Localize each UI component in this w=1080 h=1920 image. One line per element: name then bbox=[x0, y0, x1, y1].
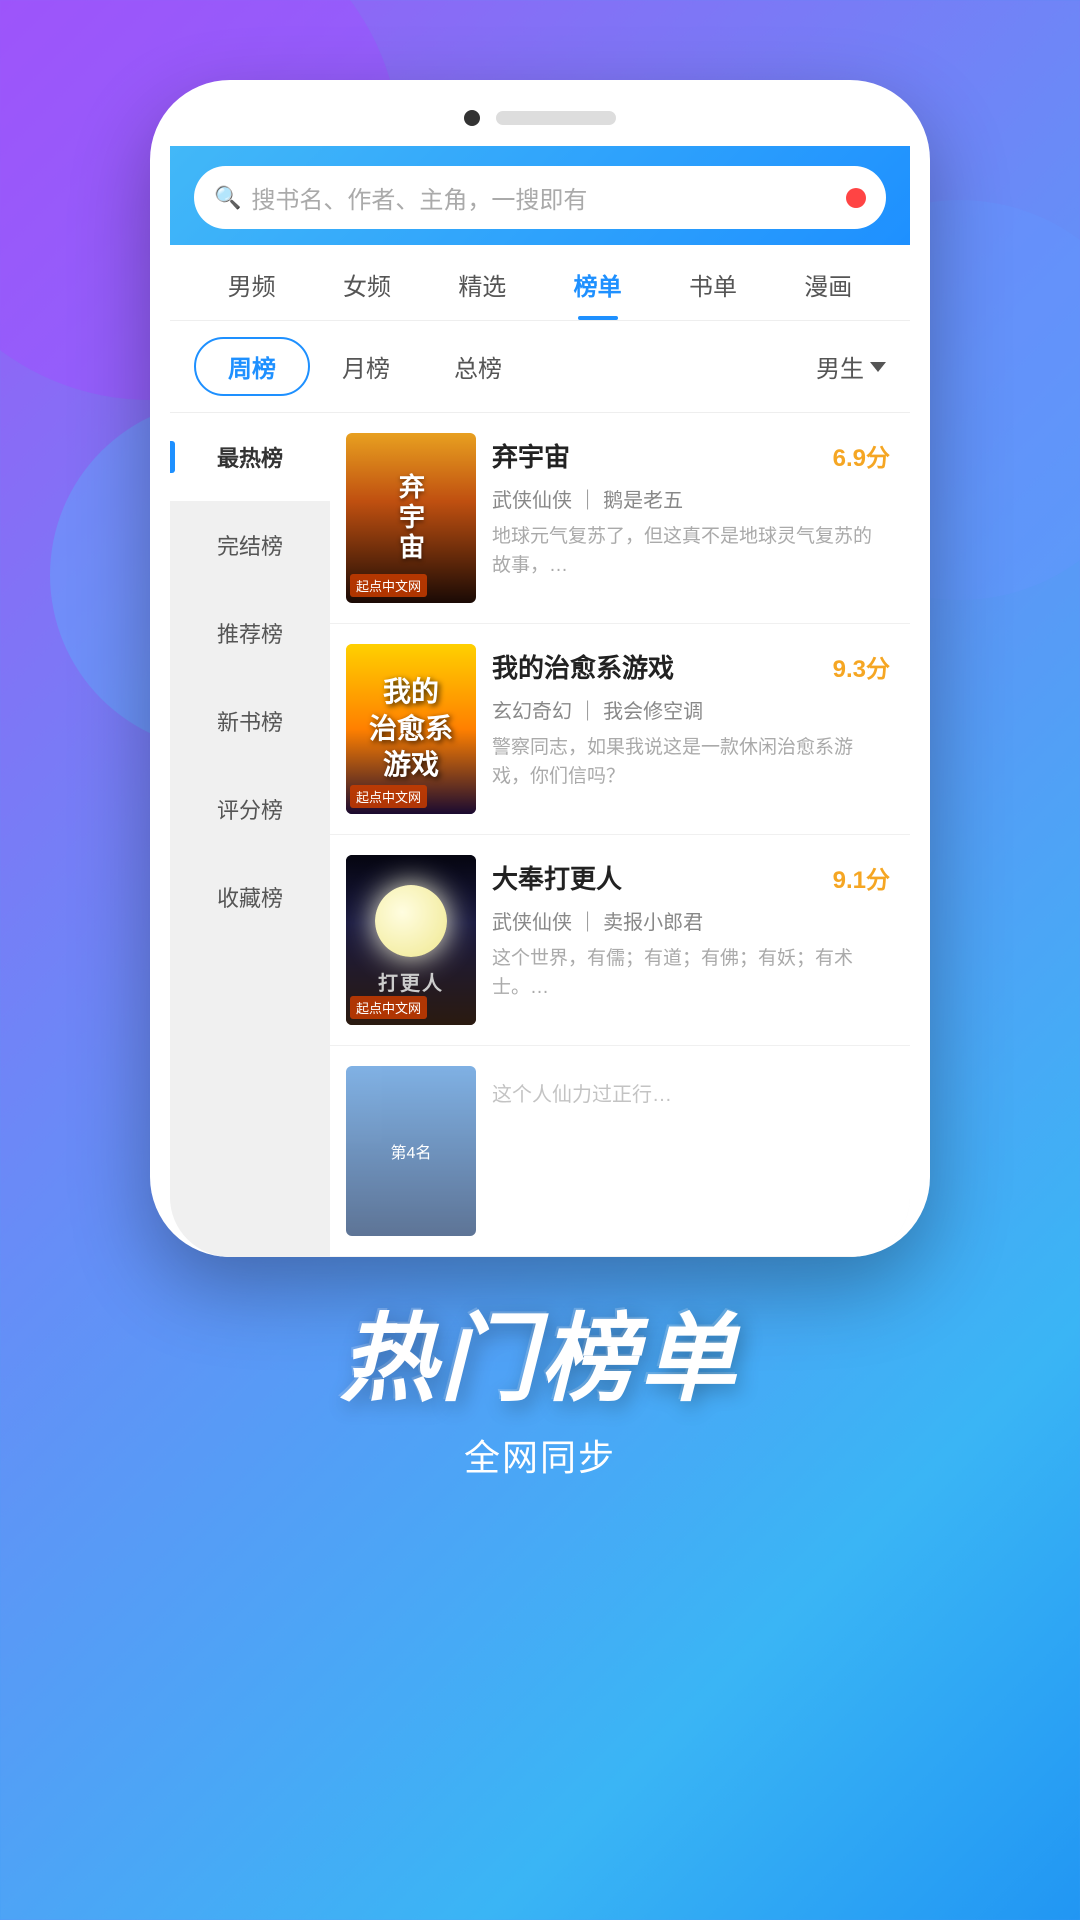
book-meta-3: 武侠仙侠 ｜ 卖报小郎君 bbox=[492, 906, 890, 935]
cover3-text: 打更人 bbox=[378, 967, 444, 996]
search-input-wrap[interactable]: 🔍 搜书名、作者、主角，一搜即有 bbox=[194, 166, 886, 229]
content-area: 最热榜 完结榜 推荐榜 新书榜 评分榜 收藏榜 弃宇宙 起点中文网 弃 bbox=[170, 413, 910, 1257]
tab-booklist[interactable]: 书单 bbox=[655, 245, 770, 320]
book-title-1: 弃宇宙 bbox=[492, 437, 570, 474]
book-info-3: 大奉打更人 9.1分 武侠仙侠 ｜ 卖报小郎君 这个世界，有儒；有道；有佛；有妖… bbox=[492, 855, 890, 1002]
search-placeholder: 搜书名、作者、主角，一搜即有 bbox=[251, 180, 846, 215]
book-item-4[interactable]: 第4名 这个人仙力过正行… bbox=[330, 1046, 910, 1257]
book-info-4: 这个人仙力过正行… bbox=[492, 1066, 890, 1110]
book-score-3: 9.1分 bbox=[833, 860, 890, 895]
book-item-3[interactable]: 打更人 起点中文网 大奉打更人 9.1分 武侠仙侠 ｜ 卖报小郎君 bbox=[330, 835, 910, 1046]
sub-tab-male-dropdown[interactable]: 男生 bbox=[816, 349, 886, 384]
tab-ranking[interactable]: 榜单 bbox=[540, 245, 655, 320]
cover3-moon bbox=[375, 885, 447, 957]
sub-tab-male-label: 男生 bbox=[816, 349, 864, 384]
sidebar-item-hot[interactable]: 最热榜 bbox=[170, 413, 330, 501]
book-item-2[interactable]: 我的治愈系游戏 起点中文网 我的治愈系游戏 9.3分 玄幻奇幻 ｜ 我会修空调 bbox=[330, 624, 910, 835]
book-genre-3: 武侠仙侠 bbox=[492, 912, 572, 934]
book-cover-1: 弃宇宙 起点中文网 bbox=[346, 433, 476, 603]
sidebar-item-favorites[interactable]: 收藏榜 bbox=[170, 853, 330, 941]
book-title-3: 大奉打更人 bbox=[492, 859, 622, 896]
sidebar-item-completed[interactable]: 完结榜 bbox=[170, 501, 330, 589]
chevron-down-icon bbox=[870, 362, 886, 372]
book-separator-2: ｜ bbox=[578, 701, 604, 723]
cover3-bg: 打更人 起点中文网 bbox=[346, 855, 476, 1025]
cover2-title: 我的治愈系游戏 bbox=[365, 670, 457, 787]
book-title-2: 我的治愈系游戏 bbox=[492, 648, 674, 685]
book-info-1: 弃宇宙 6.9分 武侠仙侠 ｜ 鹅是老五 地球元气复苏了，但这真不是地球灵气复苏… bbox=[492, 433, 890, 580]
book-meta-2: 玄幻奇幻 ｜ 我会修空调 bbox=[492, 695, 890, 724]
tab-female[interactable]: 女频 bbox=[309, 245, 424, 320]
book-genre-1: 武侠仙侠 bbox=[492, 490, 572, 512]
book-desc-1: 地球元气复苏了，但这真不是地球灵气复苏的故事，… bbox=[492, 523, 890, 580]
book-cover-2: 我的治愈系游戏 起点中文网 bbox=[346, 644, 476, 814]
speaker-bar bbox=[496, 111, 616, 125]
cover1-badge: 起点中文网 bbox=[350, 574, 427, 597]
sub-tab-weekly[interactable]: 周榜 bbox=[194, 337, 310, 396]
sub-tab-all[interactable]: 总榜 bbox=[422, 339, 534, 394]
book-author-2: 我会修空调 bbox=[603, 701, 703, 723]
camera-dot bbox=[464, 110, 480, 126]
sidebar-item-score[interactable]: 评分榜 bbox=[170, 765, 330, 853]
book-score-2: 9.3分 bbox=[833, 649, 890, 684]
tab-selected[interactable]: 精选 bbox=[425, 245, 540, 320]
search-bar-container: 🔍 搜书名、作者、主角，一搜即有 bbox=[170, 146, 910, 245]
tab-manga[interactable]: 漫画 bbox=[771, 245, 886, 320]
sidebar: 最热榜 完结榜 推荐榜 新书榜 评分榜 收藏榜 bbox=[170, 413, 330, 1257]
book-desc-3: 这个世界，有儒；有道；有佛；有妖；有术士。… bbox=[492, 945, 890, 1002]
tab-male[interactable]: 男频 bbox=[194, 245, 309, 320]
book-info-2: 我的治愈系游戏 9.3分 玄幻奇幻 ｜ 我会修空调 警察同志，如果我说这是一款休… bbox=[492, 644, 890, 791]
cover1-title: 弃宇宙 bbox=[393, 473, 430, 563]
book-author-1: 鹅是老五 bbox=[603, 490, 683, 512]
sub-tabs-row: 周榜 月榜 总榜 男生 bbox=[170, 321, 910, 413]
book-list: 弃宇宙 起点中文网 弃宇宙 6.9分 武侠仙侠 ｜ 鹅是老五 bbox=[330, 413, 910, 1257]
book-desc-4: 这个人仙力过正行… bbox=[492, 1070, 890, 1110]
book-separator-3: ｜ bbox=[578, 912, 604, 934]
cover2-bg: 我的治愈系游戏 起点中文网 bbox=[346, 644, 476, 814]
cover2-badge: 起点中文网 bbox=[350, 785, 427, 808]
book-score-1: 6.9分 bbox=[833, 438, 890, 473]
cover3-badge: 起点中文网 bbox=[350, 996, 427, 1019]
book-title-row-3: 大奉打更人 9.1分 bbox=[492, 859, 890, 896]
book-separator-1: ｜ bbox=[578, 490, 604, 512]
phone-top-bar bbox=[170, 110, 910, 146]
nav-tabs: 男频 女频 精选 榜单 书单 漫画 bbox=[170, 245, 910, 321]
book-cover-4: 第4名 bbox=[346, 1066, 476, 1236]
sidebar-item-new[interactable]: 新书榜 bbox=[170, 677, 330, 765]
book-genre-2: 玄幻奇幻 bbox=[492, 701, 572, 723]
phone-shell: 🔍 搜书名、作者、主角，一搜即有 男频 女频 精选 榜单 书单 漫画 周榜 月榜… bbox=[150, 80, 930, 1257]
sidebar-item-recommended[interactable]: 推荐榜 bbox=[170, 589, 330, 677]
book-title-row-1: 弃宇宙 6.9分 bbox=[492, 437, 890, 474]
book-item-1[interactable]: 弃宇宙 起点中文网 弃宇宙 6.9分 武侠仙侠 ｜ 鹅是老五 bbox=[330, 413, 910, 624]
search-record-dot bbox=[846, 188, 866, 208]
sub-tab-monthly[interactable]: 月榜 bbox=[310, 339, 422, 394]
book-desc-2: 警察同志，如果我说这是一款休闲治愈系游戏，你们信吗？ bbox=[492, 734, 890, 791]
book-cover-3: 打更人 起点中文网 bbox=[346, 855, 476, 1025]
bottom-section: 热门榜单 全网同步 bbox=[340, 1257, 740, 1541]
cover4-text: 第4名 bbox=[391, 1139, 432, 1163]
main-slogan: 热门榜单 bbox=[340, 1307, 740, 1413]
book-title-row-2: 我的治愈系游戏 9.3分 bbox=[492, 648, 890, 685]
search-icon: 🔍 bbox=[214, 185, 241, 211]
book-author-3: 卖报小郎君 bbox=[603, 912, 703, 934]
book-meta-1: 武侠仙侠 ｜ 鹅是老五 bbox=[492, 484, 890, 513]
sub-slogan: 全网同步 bbox=[340, 1429, 740, 1481]
app-screen: 🔍 搜书名、作者、主角，一搜即有 男频 女频 精选 榜单 书单 漫画 周榜 月榜… bbox=[170, 146, 910, 1257]
